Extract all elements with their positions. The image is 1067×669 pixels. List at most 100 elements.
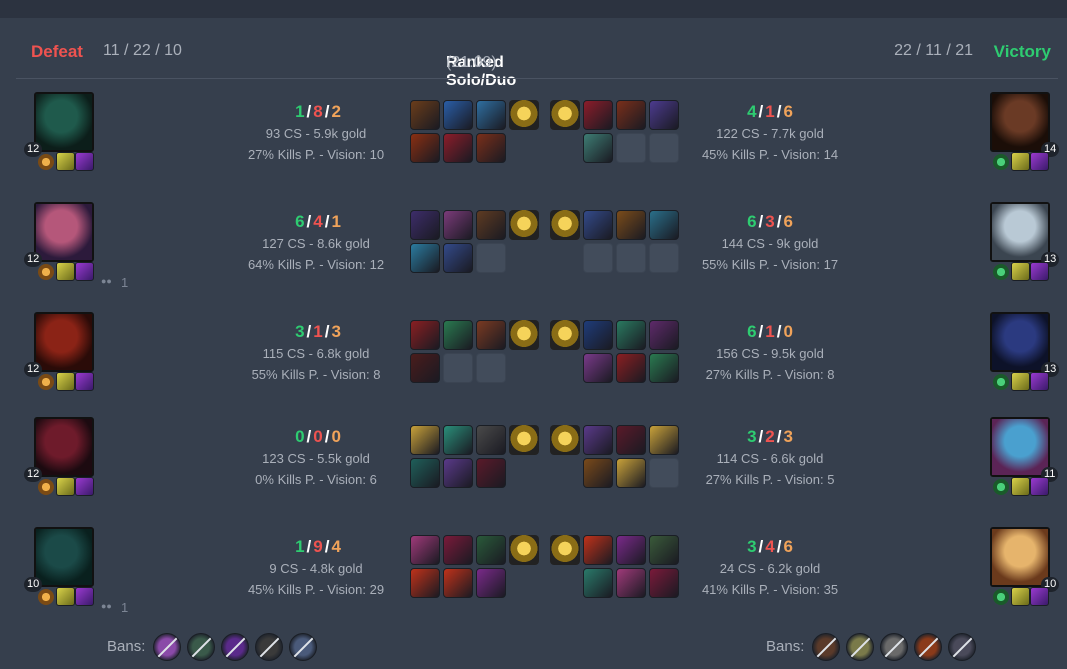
item-icon[interactable] [410, 535, 440, 565]
summoner-spell-icon[interactable] [56, 262, 75, 281]
item-icon[interactable] [443, 425, 473, 455]
item-icon[interactable] [410, 568, 440, 598]
trinket-ward-icon[interactable] [550, 320, 580, 350]
item-icon[interactable] [476, 425, 506, 455]
item-icon[interactable] [616, 100, 646, 130]
summoner-spell-icon[interactable] [75, 477, 94, 496]
item-icon[interactable] [476, 100, 506, 130]
item-icon[interactable] [476, 320, 506, 350]
item-icon[interactable] [583, 210, 613, 240]
party-count: 1 [121, 600, 129, 615]
left-champion-portrait[interactable] [34, 92, 94, 152]
item-icon[interactable] [443, 243, 473, 273]
item-icon[interactable] [443, 210, 473, 240]
item-icon[interactable] [410, 100, 440, 130]
summoner-spell-icon[interactable] [75, 587, 94, 606]
summoner-spell-icon[interactable] [1011, 152, 1030, 171]
item-icon[interactable] [476, 535, 506, 565]
left-champion-portrait[interactable] [34, 417, 94, 477]
item-icon[interactable] [649, 568, 679, 598]
right-champion-portrait[interactable] [990, 527, 1050, 587]
item-icon[interactable] [616, 535, 646, 565]
item-icon[interactable] [649, 210, 679, 240]
item-icon[interactable] [443, 133, 473, 163]
item-icon[interactable] [410, 320, 440, 350]
summoner-spell-icon[interactable] [56, 152, 75, 171]
item-icon[interactable] [410, 133, 440, 163]
trinket-ward-icon[interactable] [509, 425, 539, 455]
item-icon[interactable] [583, 320, 613, 350]
summoner-spell-icon[interactable] [1030, 587, 1049, 606]
trinket-ward-icon[interactable] [550, 100, 580, 130]
item-icon[interactable] [583, 458, 613, 488]
summoner-spell-icon[interactable] [75, 152, 94, 171]
item-icon[interactable] [410, 353, 440, 383]
right-champion-portrait[interactable] [990, 312, 1050, 372]
item-icon[interactable] [583, 535, 613, 565]
item-icon[interactable] [583, 568, 613, 598]
item-icon[interactable] [616, 568, 646, 598]
kills: 6 [747, 212, 757, 231]
right-team-kda: 22 / 11 / 21 [894, 42, 973, 59]
trinket-ward-icon[interactable] [550, 210, 580, 240]
right-champion-portrait[interactable] [990, 92, 1050, 152]
item-icon[interactable] [410, 210, 440, 240]
trinket-ward-icon[interactable] [509, 320, 539, 350]
summoner-spell-icon[interactable] [1030, 262, 1049, 281]
item-icon[interactable] [410, 425, 440, 455]
summoner-spell-icon[interactable] [56, 477, 75, 496]
kills: 0 [295, 427, 305, 446]
item-icon[interactable] [443, 320, 473, 350]
champion-portrait-image [992, 94, 1048, 150]
summoner-spell-icon[interactable] [56, 587, 75, 606]
item-icon[interactable] [443, 535, 473, 565]
item-icon[interactable] [583, 425, 613, 455]
trinket-ward-icon[interactable] [509, 100, 539, 130]
item-icon[interactable] [649, 320, 679, 350]
item-icon[interactable] [410, 243, 440, 273]
summoner-spell-icon[interactable] [1030, 372, 1049, 391]
item-icon[interactable] [476, 133, 506, 163]
left-player-kda: 1/9/4 [238, 537, 398, 557]
trinket-ward-icon[interactable] [509, 210, 539, 240]
item-icon[interactable] [443, 458, 473, 488]
item-icon[interactable] [616, 320, 646, 350]
item-icon[interactable] [616, 210, 646, 240]
item-icon[interactable] [583, 133, 613, 163]
trinket-ward-icon[interactable] [550, 535, 580, 565]
trinket-ward-icon[interactable] [550, 425, 580, 455]
summoner-spell-icon[interactable] [1011, 372, 1030, 391]
item-icon[interactable] [616, 353, 646, 383]
summoner-spell-icon[interactable] [56, 372, 75, 391]
summoner-spell-icon[interactable] [1030, 477, 1049, 496]
item-icon[interactable] [649, 353, 679, 383]
summoner-spell-icon[interactable] [1011, 587, 1030, 606]
kills: 1 [295, 537, 305, 556]
right-champion-portrait[interactable] [990, 202, 1050, 262]
deaths: 4 [765, 537, 775, 556]
summoner-spell-icon[interactable] [75, 262, 94, 281]
item-icon[interactable] [583, 100, 613, 130]
item-icon[interactable] [443, 100, 473, 130]
summoner-spell-icon[interactable] [75, 372, 94, 391]
summoner-spell-icon[interactable] [1030, 152, 1049, 171]
item-icon[interactable] [649, 535, 679, 565]
item-icon[interactable] [616, 458, 646, 488]
item-icon[interactable] [476, 210, 506, 240]
item-icon[interactable] [649, 425, 679, 455]
item-icon[interactable] [476, 568, 506, 598]
item-icon[interactable] [410, 458, 440, 488]
left-champion-portrait[interactable] [34, 527, 94, 587]
item-icon[interactable] [443, 568, 473, 598]
item-icon[interactable] [476, 458, 506, 488]
summoner-spell-icon[interactable] [1011, 262, 1030, 281]
right-player-kp-vision: 55% Kills P. - Vision: 17 [701, 257, 839, 272]
summoner-spell-icon[interactable] [1011, 477, 1030, 496]
item-icon[interactable] [649, 100, 679, 130]
left-champion-portrait[interactable] [34, 202, 94, 262]
right-champion-portrait[interactable] [990, 417, 1050, 477]
item-icon[interactable] [583, 353, 613, 383]
item-icon[interactable] [616, 425, 646, 455]
left-champion-portrait[interactable] [34, 312, 94, 372]
trinket-ward-icon[interactable] [509, 535, 539, 565]
